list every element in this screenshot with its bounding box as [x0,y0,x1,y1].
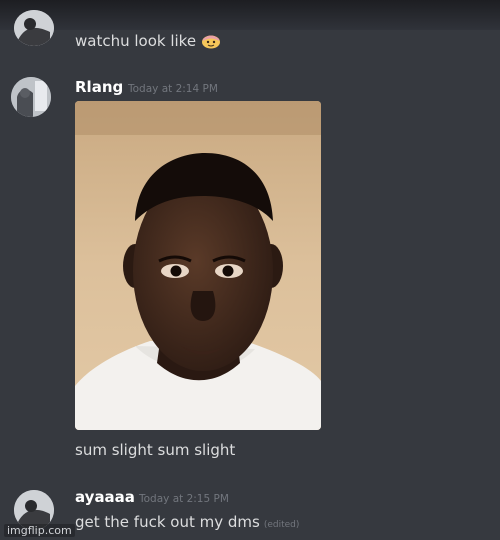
username[interactable]: ayaaaa [75,488,135,506]
message-text-container: get the fuck out my dms (edited) [75,513,299,531]
watermark: imgflip.com [4,524,75,537]
avatar[interactable] [11,77,51,117]
avatar[interactable] [14,10,54,46]
message-text-container: watchu look like [75,31,222,50]
edited-label: (edited) [263,520,300,530]
top-shade [0,0,500,30]
timestamp: Today at 2:14 PM [128,83,218,95]
message-text: sum slight sum slight [75,441,236,459]
selfie-photo[interactable] [75,101,321,430]
username[interactable]: Rlang [75,78,123,96]
message-text: watchu look like [75,32,197,50]
timestamp: Today at 2:15 PM [139,493,229,505]
message-text: get the fuck out my dms [75,513,260,531]
face-with-party-hat-icon [200,31,222,49]
